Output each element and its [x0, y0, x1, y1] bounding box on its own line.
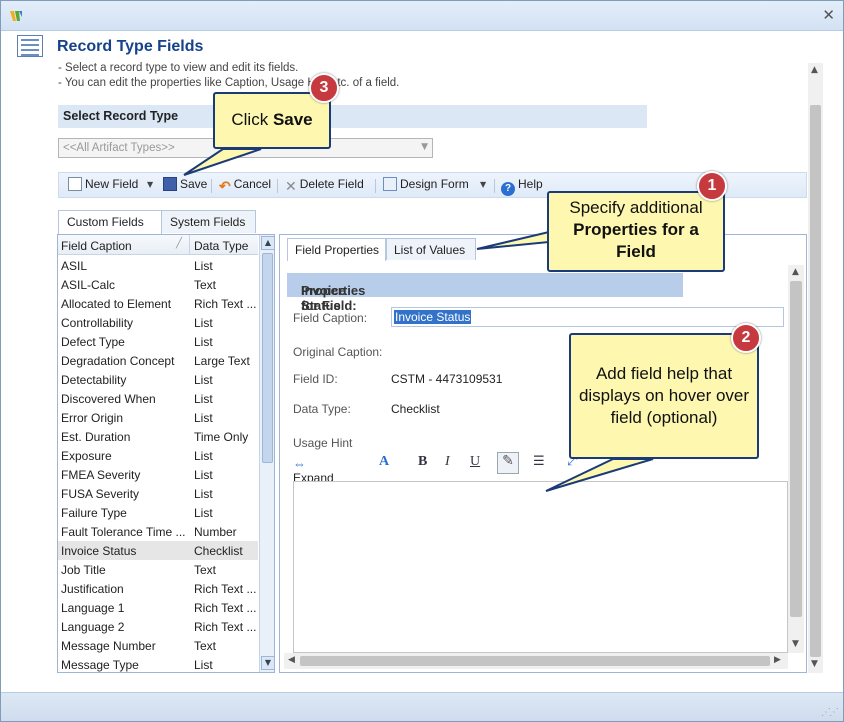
step-badge-1: 1 — [697, 171, 727, 201]
callout-1-line-1: Specify additional — [569, 198, 703, 217]
callout-additional-properties: Specify additional Properties for a Fiel… — [547, 191, 725, 272]
callout-pointer-3 — [183, 148, 262, 176]
callout-1-line-2: Properties for a — [573, 220, 699, 239]
callout-3-prefix: Click — [231, 110, 269, 129]
callout-1-line-3: Field — [616, 242, 656, 261]
step-badge-2: 2 — [731, 323, 761, 353]
callout-3-bold: Save — [272, 110, 313, 129]
step-badge-3: 3 — [309, 73, 339, 103]
callout-click-save: Click Save — [213, 92, 331, 149]
dialog-window: ✕ Record Type Fields - Select a record t… — [0, 0, 844, 722]
callout-pointer-2 — [545, 458, 654, 492]
callout-pointer-1 — [476, 230, 550, 250]
callout-2-text: Add field help that displays on hover ov… — [578, 364, 750, 427]
callout-field-help: Add field help that displays on hover ov… — [569, 333, 759, 459]
